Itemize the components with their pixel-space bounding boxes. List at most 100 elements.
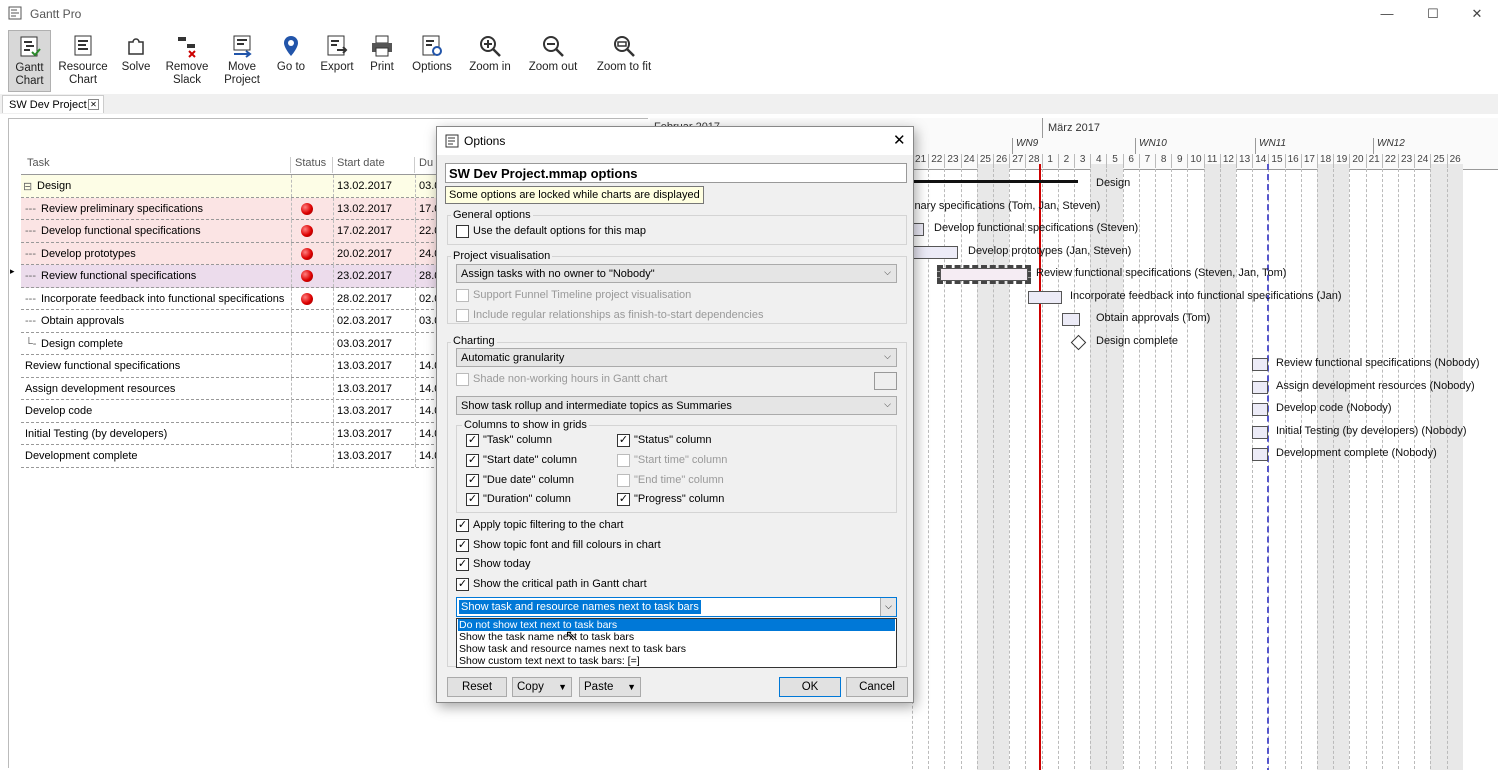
funnel-checkbox[interactable]: [456, 289, 469, 302]
col-right-checkbox[interactable]: [617, 474, 630, 487]
month-label-mar: März 2017: [1048, 122, 1100, 134]
dropdown-option[interactable]: Show custom text next to task bars: [=]: [458, 655, 895, 667]
col-left-checkbox[interactable]: ✓: [466, 474, 479, 487]
chart-option-checkbox[interactable]: ✓: [456, 539, 469, 552]
export-icon: [327, 35, 348, 56]
assign-nobody-value: Assign tasks with no owner to "Nobody": [461, 268, 655, 280]
task-bar[interactable]: [912, 245, 958, 259]
day-header: 19: [1333, 154, 1349, 168]
use-default-checkbox[interactable]: [456, 225, 469, 238]
zoom-to-fit-label: Zoom to fit: [596, 61, 652, 73]
zoom-out-button[interactable]: Zoom out: [524, 30, 582, 92]
locked-note: Some options are locked while charts are…: [445, 186, 704, 204]
day-header: 11: [1203, 154, 1220, 168]
ok-button[interactable]: OK: [779, 677, 841, 697]
task-name: Development complete: [25, 450, 138, 462]
task-bar[interactable]: [1252, 403, 1268, 416]
task-bar[interactable]: [1252, 380, 1268, 394]
day-gridline: [1171, 164, 1173, 770]
close-window-button[interactable]: ✕: [1454, 0, 1498, 28]
chart-option-checkbox[interactable]: ✓: [456, 519, 469, 532]
options-dialog-icon: [445, 134, 459, 148]
goto-label: Go to: [276, 61, 306, 73]
start-date: 20.02.2017: [337, 247, 393, 260]
day-gridline: [1317, 164, 1318, 770]
document-tab[interactable]: SW Dev Project ✕: [2, 95, 104, 113]
col-right-checkbox[interactable]: ✓: [617, 493, 630, 506]
maximize-button[interactable]: ☐: [1410, 0, 1456, 28]
cell-divider: [415, 287, 416, 310]
cell-divider: [415, 220, 416, 242]
col-left-checkbox[interactable]: ✓: [466, 454, 479, 467]
goto-button[interactable]: Go to: [272, 30, 310, 92]
close-tab-icon[interactable]: ✕: [88, 99, 99, 110]
chevron-down-icon[interactable]: ⌵: [880, 598, 896, 616]
col-header-status[interactable]: Status: [291, 157, 333, 173]
chart-option-checkbox[interactable]: ✓: [456, 578, 469, 591]
day-gridline: [1365, 164, 1367, 770]
assign-nobody-combo[interactable]: Assign tasks with no owner to "Nobody" ⌵: [456, 264, 897, 283]
cell-divider: [333, 332, 334, 355]
zoom-out-label: Zoom out: [528, 61, 578, 73]
col-left-checkbox[interactable]: ✓: [466, 493, 479, 506]
zoom-to-fit-button[interactable]: Zoom to fit: [592, 30, 656, 92]
options-icon: [422, 35, 442, 56]
chart-option-checkbox[interactable]: ✓: [456, 558, 469, 571]
day-header: 22: [1381, 154, 1398, 168]
shade-color-swatch[interactable]: [874, 372, 897, 390]
col-left-checkbox[interactable]: ✓: [466, 434, 479, 447]
regular-relationships-checkbox[interactable]: [456, 309, 469, 322]
reset-button[interactable]: Reset: [447, 677, 507, 697]
task-bar[interactable]: [1028, 290, 1062, 304]
zoom-to-fit-icon: [614, 36, 635, 57]
task-bar[interactable]: [1252, 425, 1268, 439]
task-name: Develop code: [25, 405, 93, 417]
export-button[interactable]: Export: [316, 30, 358, 92]
copy-button[interactable]: Copy ▼: [512, 677, 572, 697]
cell-divider: [415, 377, 416, 400]
dropdown-option[interactable]: Do not show text next to task bars: [458, 619, 895, 631]
cell-divider: [291, 310, 292, 332]
cancel-button[interactable]: Cancel: [846, 677, 908, 697]
zoom-in-button[interactable]: Zoom in: [464, 30, 516, 92]
print-button[interactable]: Print: [364, 30, 400, 92]
resource-chart-button[interactable]: Resource Chart: [56, 30, 110, 92]
granularity-combo[interactable]: Automatic granularity ⌵: [456, 348, 897, 367]
remove-slack-button[interactable]: Remove Slack: [162, 30, 212, 92]
rollup-combo[interactable]: Show task rollup and intermediate topics…: [456, 396, 897, 415]
dropdown-option[interactable]: Show the task name next to task bars: [458, 631, 895, 643]
task-bar[interactable]: [1252, 448, 1268, 461]
day-header: 25: [976, 154, 993, 168]
task-bar[interactable]: [1252, 358, 1268, 371]
cell-divider: [291, 422, 292, 445]
col-right-checkbox[interactable]: [617, 454, 630, 467]
dialog-close-icon[interactable]: ✕: [893, 131, 906, 149]
cell-divider: [415, 242, 416, 265]
col-header-task[interactable]: Task: [23, 157, 291, 173]
text-next-to-bars-combo[interactable]: Show task and resource names next to tas…: [456, 597, 897, 617]
col-header-start[interactable]: Start date: [333, 157, 415, 173]
dropdown-option[interactable]: Show task and resource names next to tas…: [458, 643, 895, 655]
solve-button[interactable]: Solve: [116, 30, 156, 92]
title-bar: Gantt Pro — ☐ ✕: [0, 0, 1498, 28]
shade-checkbox[interactable]: [456, 373, 469, 386]
task-bar[interactable]: [1062, 313, 1080, 326]
cell-divider: [333, 310, 334, 332]
options-button[interactable]: Options: [408, 30, 456, 92]
day-header: 15: [1268, 154, 1284, 168]
day-header: 17: [1300, 154, 1317, 168]
cell-divider: [333, 400, 334, 422]
cell-divider: [333, 422, 334, 445]
day-header: 25: [1430, 154, 1446, 168]
day-gridline: [1252, 164, 1254, 770]
col-right-checkbox[interactable]: ✓: [617, 434, 630, 447]
summary-bar[interactable]: [912, 180, 1078, 183]
task-bar[interactable]: [937, 265, 1031, 284]
paste-button[interactable]: Paste ▼: [579, 677, 641, 697]
cell-divider: [415, 332, 416, 355]
gantt-chart-button[interactable]: Gantt Chart: [8, 30, 51, 92]
day-header: 2: [1057, 154, 1074, 168]
minimize-button[interactable]: —: [1364, 0, 1410, 28]
task-name: Review preliminary specifications: [41, 202, 204, 215]
move-project-button[interactable]: Move Project: [218, 30, 266, 92]
